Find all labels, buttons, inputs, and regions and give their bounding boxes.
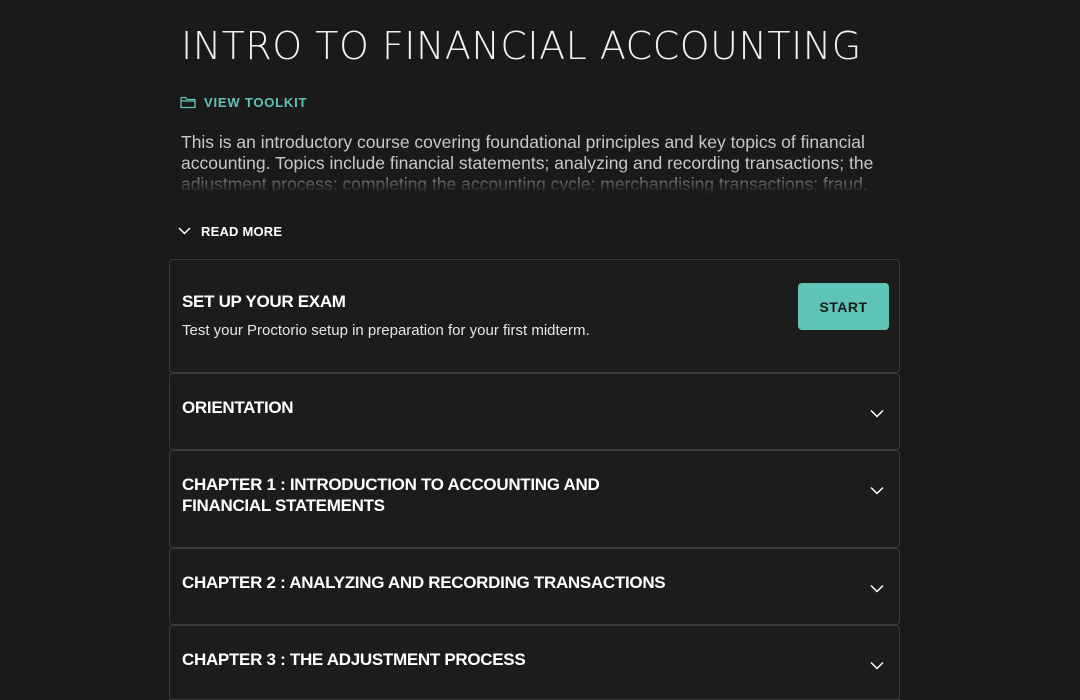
page-title: INTRO TO FINANCIAL ACCOUNTING — [181, 24, 862, 68]
chevron-down-icon[interactable] — [870, 409, 884, 418]
section-title-line2: FINANCIAL STATEMENTS — [182, 496, 385, 515]
course-description: This is an introductory course covering … — [181, 132, 874, 194]
section-orientation[interactable]: ORIENTATION — [169, 373, 900, 450]
start-button[interactable]: START — [798, 283, 889, 330]
chevron-down-icon[interactable] — [870, 486, 884, 495]
section-chapter-2[interactable]: CHAPTER 2 : ANALYZING AND RECORDING TRAN… — [169, 548, 900, 625]
chevron-down-icon — [178, 227, 191, 235]
section-title: CHAPTER 2 : ANALYZING AND RECORDING TRAN… — [182, 573, 666, 592]
exam-card-title: SET UP YOUR EXAM — [182, 292, 346, 311]
section-title: ORIENTATION — [182, 398, 294, 417]
folder-icon — [180, 96, 196, 108]
section-chapter-3[interactable]: CHAPTER 3 : THE ADJUSTMENT PROCESS — [169, 625, 900, 700]
view-toolkit-label: VIEW TOOLKIT — [204, 94, 308, 110]
view-toolkit-link[interactable]: VIEW TOOLKIT — [180, 92, 307, 112]
course-page: INTRO TO FINANCIAL ACCOUNTING VIEW TOOLK… — [0, 0, 1080, 700]
read-more-button[interactable]: READ MORE — [178, 220, 282, 242]
section-title: CHAPTER 3 : THE ADJUSTMENT PROCESS — [182, 650, 526, 669]
exam-card-subtitle: Test your Proctorio setup in preparation… — [182, 322, 590, 339]
read-more-label: READ MORE — [201, 223, 283, 239]
chevron-down-icon[interactable] — [870, 661, 884, 670]
section-title: CHAPTER 1 : INTRODUCTION TO ACCOUNTING A… — [182, 474, 600, 516]
section-chapter-1[interactable]: CHAPTER 1 : INTRODUCTION TO ACCOUNTING A… — [169, 450, 900, 548]
exam-setup-card: SET UP YOUR EXAM Test your Proctorio set… — [169, 259, 900, 373]
section-title-line1: CHAPTER 1 : INTRODUCTION TO ACCOUNTING A… — [182, 475, 600, 494]
chevron-down-icon[interactable] — [870, 584, 884, 593]
